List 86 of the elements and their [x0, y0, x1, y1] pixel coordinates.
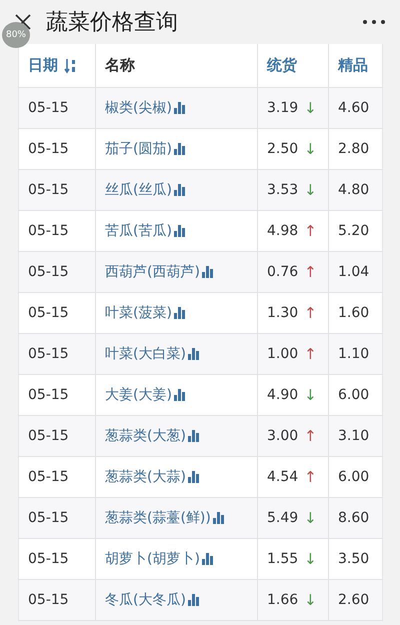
more-icon[interactable] — [362, 19, 386, 25]
bulk-price: 5.49 — [267, 510, 298, 526]
zoom-badge: 80% — [2, 22, 30, 48]
premium-price: 6.00 — [328, 457, 383, 497]
bar-chart-icon[interactable] — [174, 143, 186, 155]
premium-price: 1.10 — [328, 334, 383, 374]
premium-price: 3.50 — [328, 539, 383, 579]
bar-chart-icon[interactable] — [174, 184, 186, 196]
trend-arrow: ↑ — [304, 468, 317, 486]
bar-chart-icon[interactable] — [188, 348, 200, 360]
bulk-price: 3.19 — [267, 100, 298, 116]
date-cell: 05-15 — [18, 170, 95, 210]
vegetable-link[interactable]: 葱蒜类(大葱) — [105, 427, 186, 445]
date-cell: 05-15 — [18, 539, 95, 579]
bar-chart-icon[interactable] — [212, 512, 225, 524]
date-cell: 05-15 — [18, 498, 95, 538]
premium-price: 4.60 — [328, 88, 383, 128]
trend-arrow: ↑ — [304, 345, 317, 363]
trend-arrow: ↑ — [304, 263, 317, 281]
trend-arrow: ↓ — [304, 386, 317, 404]
trend-arrow: ↓ — [304, 140, 317, 158]
date-cell: 05-15 — [18, 211, 95, 251]
vegetable-link[interactable]: 叶菜(大白菜) — [105, 345, 186, 363]
bar-chart-icon[interactable] — [188, 430, 200, 442]
bulk-price: 1.00 — [267, 346, 298, 362]
premium-price: 8.60 — [328, 498, 383, 538]
bar-chart-icon[interactable] — [202, 266, 214, 278]
vegetable-link[interactable]: 西葫芦(西葫芦) — [105, 263, 200, 281]
bar-chart-icon[interactable] — [202, 553, 214, 565]
date-cell: 05-15 — [18, 129, 95, 169]
column-header[interactable]: 日期 — [18, 44, 95, 87]
date-cell: 05-15 — [18, 334, 95, 374]
bar-chart-icon[interactable] — [188, 471, 200, 483]
vegetable-link[interactable]: 冬瓜(大冬瓜) — [105, 591, 186, 609]
premium-price: 1.04 — [328, 252, 383, 292]
page-title: 蔬菜价格查询 — [46, 9, 179, 37]
trend-arrow: ↑ — [304, 222, 317, 240]
bulk-price: 1.30 — [267, 305, 298, 321]
premium-price: 3.10 — [328, 416, 383, 456]
trend-arrow: ↓ — [304, 181, 317, 199]
premium-price: 2.80 — [328, 129, 383, 169]
column-header[interactable]: 精品 — [328, 44, 383, 87]
date-cell: 05-15 — [18, 293, 95, 333]
bar-chart-icon[interactable] — [174, 225, 186, 237]
sort-icon — [64, 58, 76, 74]
date-cell: 05-15 — [18, 88, 95, 128]
vegetable-link[interactable]: 茄子(圆茄) — [105, 140, 172, 158]
trend-arrow: ↓ — [304, 509, 317, 527]
trend-arrow: ↓ — [304, 550, 317, 568]
premium-price: 2.60 — [328, 580, 383, 620]
column-header[interactable]: 统货 — [257, 44, 328, 87]
bar-chart-icon[interactable] — [174, 102, 186, 114]
date-cell: 05-15 — [18, 580, 95, 620]
date-cell: 05-15 — [18, 375, 95, 415]
bulk-price: 4.98 — [267, 223, 298, 239]
bulk-price: 2.50 — [267, 141, 298, 157]
column-header: 名称 — [95, 44, 257, 87]
premium-price: 4.80 — [328, 170, 383, 210]
vegetable-link[interactable]: 椒类(尖椒) — [105, 99, 172, 117]
bulk-price: 3.53 — [267, 182, 298, 198]
bar-chart-icon[interactable] — [188, 594, 200, 606]
bulk-price: 1.55 — [267, 551, 298, 567]
vegetable-link[interactable]: 苦瓜(苦瓜) — [105, 222, 172, 240]
vegetable-link[interactable]: 丝瓜(丝瓜) — [105, 181, 172, 199]
date-cell: 05-15 — [18, 457, 95, 497]
vegetable-link[interactable]: 大姜(大姜) — [105, 386, 172, 404]
bulk-price: 4.90 — [267, 387, 298, 403]
bar-chart-icon[interactable] — [174, 307, 186, 319]
bulk-price: 1.66 — [267, 592, 298, 608]
date-cell: 05-15 — [18, 416, 95, 456]
date-cell: 05-15 — [18, 252, 95, 292]
premium-price: 1.60 — [328, 293, 383, 333]
bar-chart-icon[interactable] — [174, 389, 186, 401]
trend-arrow: ↓ — [304, 591, 317, 609]
bulk-price: 3.00 — [267, 428, 298, 444]
trend-arrow: ↓ — [304, 99, 317, 117]
vegetable-link[interactable]: 胡萝卜(胡萝卜) — [105, 550, 200, 568]
premium-price: 5.20 — [328, 211, 383, 251]
trend-arrow: ↑ — [304, 427, 317, 445]
bulk-price: 4.54 — [267, 469, 298, 485]
bulk-price: 0.76 — [267, 264, 298, 280]
vegetable-link[interactable]: 葱蒜类(蒜薹(鲜)) — [105, 509, 211, 527]
premium-price: 6.00 — [328, 375, 383, 415]
vegetable-link[interactable]: 葱蒜类(大蒜) — [105, 468, 186, 486]
trend-arrow: ↑ — [304, 304, 317, 322]
vegetable-link[interactable]: 叶菜(菠菜) — [105, 304, 172, 322]
